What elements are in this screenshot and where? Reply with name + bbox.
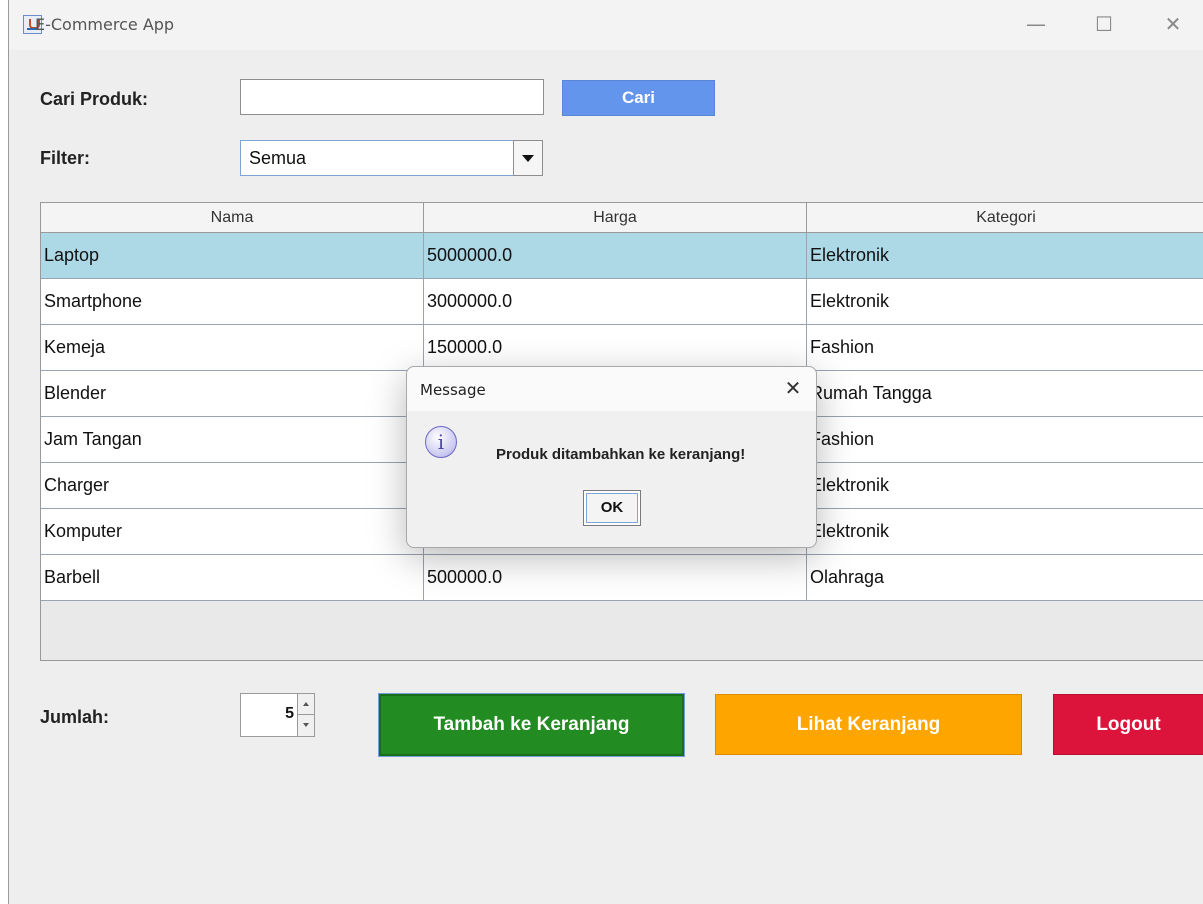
column-header-kategori[interactable]: Kategori — [807, 203, 1203, 233]
quantity-stepper[interactable]: 5 — [240, 693, 315, 737]
table-row[interactable]: Barbell 500000.0 Olahraga — [41, 555, 1203, 601]
cell-nama: Blender — [41, 371, 424, 416]
search-button[interactable]: Cari — [562, 80, 715, 116]
table-row[interactable]: Smartphone 3000000.0 Elektronik — [41, 279, 1203, 325]
stepper-down-icon[interactable] — [297, 715, 314, 736]
column-header-harga[interactable]: Harga — [424, 203, 807, 233]
column-header-nama[interactable]: Nama — [41, 203, 424, 233]
dialog-titlebar[interactable]: Message ✕ — [407, 367, 816, 411]
cell-kategori: Elektronik — [810, 475, 890, 495]
table-header: Nama Harga Kategori — [41, 203, 1203, 233]
search-input[interactable] — [241, 80, 543, 114]
maximize-button[interactable]: ☐ — [1084, 8, 1124, 40]
quantity-value: 5 — [285, 705, 294, 722]
cell-harga: 5000000.0 — [424, 233, 807, 278]
chevron-down-icon[interactable] — [513, 140, 543, 176]
search-field[interactable] — [240, 79, 544, 115]
filter-selected-value: Semua — [249, 148, 307, 168]
filter-dropdown[interactable]: Semua — [240, 140, 543, 176]
cell-kategori: Elektronik — [810, 245, 890, 265]
cell-kategori: Elektronik — [810, 291, 890, 311]
cell-harga: 3000000.0 — [424, 279, 807, 324]
view-cart-button[interactable]: Lihat Keranjang — [715, 694, 1022, 755]
logout-button[interactable]: Logout — [1053, 694, 1203, 755]
cell-kategori: Fashion — [810, 429, 875, 449]
dialog-close-button[interactable]: ✕ — [778, 373, 808, 403]
cell-kategori: Rumah Tangga — [810, 383, 932, 403]
cell-nama: Charger — [41, 463, 424, 508]
cell-harga: 150000.0 — [424, 325, 807, 370]
cell-harga: 500000.0 — [424, 555, 807, 600]
cell-nama: Jam Tangan — [41, 417, 424, 462]
message-dialog: Message ✕ i Produk ditambahkan ke keranj… — [406, 366, 817, 548]
dialog-title: Message — [420, 381, 486, 399]
cell-nama: Laptop — [41, 233, 424, 278]
add-to-cart-button[interactable]: Tambah ke Keranjang — [378, 693, 685, 757]
search-label: Cari Produk: — [40, 89, 149, 109]
stepper-up-icon[interactable] — [297, 694, 314, 715]
minimize-button[interactable]: — — [1016, 8, 1056, 40]
cell-nama: Smartphone — [41, 279, 424, 324]
cell-kategori: Fashion — [810, 337, 875, 357]
table-row[interactable]: Kemeja 150000.0 Fashion — [41, 325, 1203, 371]
ok-button[interactable]: OK — [583, 490, 641, 526]
window-title: E-Commerce App — [35, 15, 175, 34]
cell-kategori: Olahraga — [810, 567, 885, 587]
info-icon: i — [425, 426, 457, 458]
dialog-message: Produk ditambahkan ke keranjang! — [496, 446, 746, 463]
window-titlebar[interactable]: E-Commerce App — ☐ ✕ — [9, 0, 1203, 50]
table-row[interactable]: Laptop 5000000.0 Elektronik — [41, 233, 1203, 279]
cell-kategori: Elektronik — [810, 521, 890, 541]
cell-nama: Komputer — [41, 509, 424, 554]
quantity-label: Jumlah: — [40, 707, 110, 727]
cell-nama: Barbell — [41, 555, 424, 600]
filter-label: Filter: — [40, 148, 91, 168]
window-close-button[interactable]: ✕ — [1153, 8, 1193, 40]
cell-nama: Kemeja — [41, 325, 424, 370]
